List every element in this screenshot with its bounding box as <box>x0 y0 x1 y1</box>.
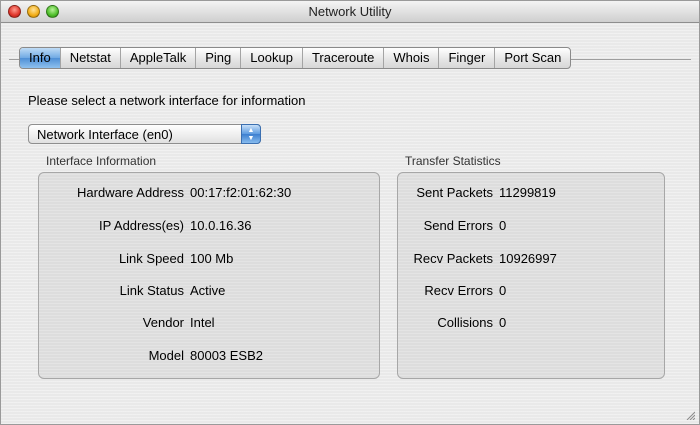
interface-prompt: Please select a network interface for in… <box>28 93 306 108</box>
tab-traceroute[interactable]: Traceroute <box>301 48 383 68</box>
link-speed-value: 100 Mb <box>190 251 234 266</box>
vendor-label: Vendor <box>142 315 184 330</box>
resize-grip-icon[interactable] <box>685 410 695 420</box>
collisions-value: 0 <box>499 315 507 330</box>
interface-info-title: Interface Information <box>46 154 157 168</box>
recv-packets-value: 10926997 <box>499 251 557 266</box>
send-errors-label: Send Errors <box>423 218 493 233</box>
title-bar[interactable]: Network Utility <box>1 1 699 23</box>
tab-appletalk[interactable]: AppleTalk <box>119 48 195 68</box>
interface-select-value: Network Interface (en0) <box>37 127 173 142</box>
model-label: Model <box>148 348 184 363</box>
link-status-label: Link Status <box>119 283 184 298</box>
window-title: Network Utility <box>308 4 392 19</box>
transfer-stats-title: Transfer Statistics <box>405 154 501 168</box>
tab-netstat[interactable]: Netstat <box>59 48 120 68</box>
hardware-address-label: Hardware Address <box>77 185 184 200</box>
model-value: 80003 ESB2 <box>190 348 264 363</box>
recv-errors-value: 0 <box>499 283 507 298</box>
tab-lookup[interactable]: Lookup <box>240 48 302 68</box>
tab-finger[interactable]: Finger <box>438 48 494 68</box>
recv-errors-label: Recv Errors <box>424 283 493 298</box>
hardware-address-value: 00:17:f2:01:62:30 <box>190 185 292 200</box>
tab-bar: Info Netstat AppleTalk Ping Lookup Trace… <box>19 47 572 69</box>
collisions-label: Collisions <box>437 315 493 330</box>
send-errors-value: 0 <box>499 218 507 233</box>
tab-port-scan[interactable]: Port Scan <box>494 48 570 68</box>
network-utility-window: Network Utility Info Netstat AppleTalk P… <box>0 0 700 425</box>
link-speed-label: Link Speed <box>118 251 184 266</box>
tab-whois[interactable]: Whois <box>383 48 438 68</box>
chevron-up-down-icon: ▲ ▼ <box>241 124 261 144</box>
tab-info[interactable]: Info <box>20 48 60 68</box>
ip-address-label: IP Address(es) <box>98 218 184 233</box>
sent-packets-value: 11299819 <box>499 185 556 200</box>
transfer-stats-box: Sent Packets 11299819 Send Errors 0 Recv… <box>397 172 665 379</box>
ip-address-value: 10.0.16.36 <box>190 218 252 233</box>
sent-packets-label: Sent Packets <box>416 185 493 200</box>
tab-ping[interactable]: Ping <box>195 48 240 68</box>
interface-info-box: Hardware Address 00:17:f2:01:62:30 IP Ad… <box>38 172 380 379</box>
link-status-value: Active <box>190 283 226 298</box>
recv-packets-label: Recv Packets <box>413 251 493 266</box>
vendor-value: Intel <box>190 315 215 330</box>
interface-select[interactable]: Network Interface (en0) ▲ ▼ <box>28 124 261 144</box>
